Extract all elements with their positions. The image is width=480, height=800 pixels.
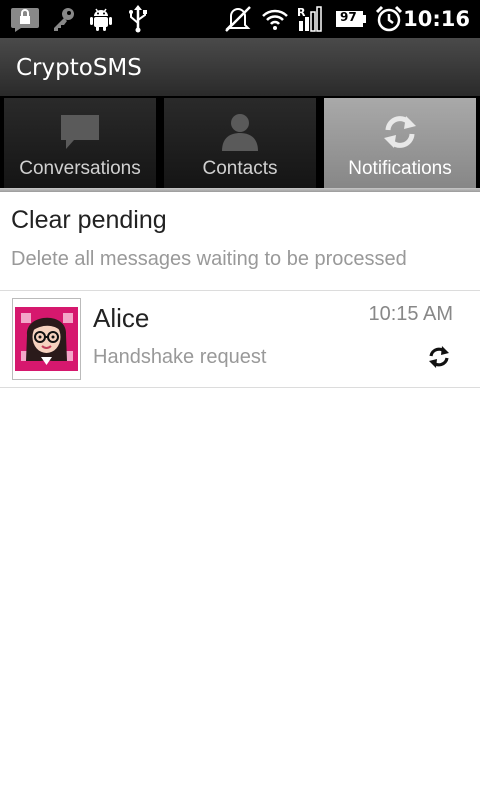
- tab-label: Conversations: [19, 158, 141, 179]
- tab-conversations[interactable]: Conversations: [4, 98, 156, 190]
- notification-row[interactable]: Alice Handshake request 10:15 AM: [0, 291, 480, 388]
- avatar: [12, 298, 81, 380]
- clear-pending-item[interactable]: Clear pending Delete all messages waitin…: [0, 192, 480, 291]
- action-bar: CryptoSMS: [0, 38, 480, 97]
- clock-time: 10:16: [403, 7, 470, 31]
- chat-bubble-icon: [4, 110, 156, 154]
- battery-icon: 97: [334, 5, 368, 33]
- notification-message: Handshake request: [93, 346, 267, 368]
- wifi-icon: [260, 5, 290, 33]
- tab-label: Contacts: [202, 158, 278, 179]
- app-title: CryptoSMS: [16, 55, 142, 81]
- contact-name: Alice: [93, 303, 150, 333]
- notification-time: 10:15 AM: [368, 303, 453, 325]
- tab-notifications[interactable]: Notifications: [324, 98, 476, 190]
- person-icon: [164, 110, 316, 154]
- usb-icon: [125, 5, 151, 33]
- clear-pending-subtitle: Delete all messages waiting to be proces…: [11, 248, 407, 270]
- tab-contacts[interactable]: Contacts: [164, 98, 316, 190]
- tab-label: Notifications: [348, 158, 452, 179]
- tab-bar: Conversations Contacts Notifications: [0, 96, 480, 192]
- status-bar: R 97 10:16: [0, 0, 480, 38]
- svg-text:R: R: [297, 6, 306, 19]
- silent-icon: [222, 5, 254, 33]
- clear-pending-title: Clear pending: [11, 206, 167, 234]
- alarm-clock-icon: [374, 5, 404, 33]
- sync-icon: [427, 345, 451, 369]
- android-debug-icon: [87, 5, 115, 33]
- signal-roaming-icon: R: [296, 5, 326, 33]
- battery-level: 97: [340, 10, 357, 24]
- sync-icon: [324, 110, 476, 154]
- key-icon: [50, 5, 78, 33]
- lock-notification-icon: [9, 5, 41, 33]
